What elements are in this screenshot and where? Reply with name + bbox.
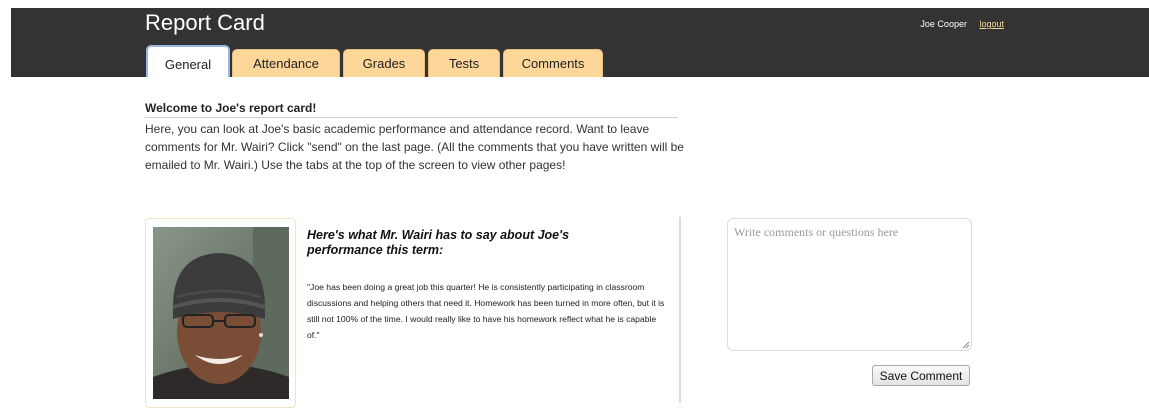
tab-grades[interactable]: Grades [343,49,425,77]
tab-attendance[interactable]: Attendance [232,49,340,77]
column-divider [679,217,681,403]
welcome-heading: Welcome to Joe's report card! [145,101,678,118]
teacher-comment-heading: Here's what Mr. Wairi has to say about J… [307,228,570,257]
tab-comments[interactable]: Comments [503,49,603,77]
user-area: Joe Cooper logout [920,19,1004,29]
user-name: Joe Cooper [920,19,967,29]
app-title: Report Card [145,10,265,35]
tab-tests[interactable]: Tests [428,49,500,77]
resize-grip-icon[interactable] [962,341,970,349]
logout-link[interactable]: logout [979,19,1004,29]
comment-input[interactable] [727,218,972,351]
welcome-text: Here, you can look at Joe's basic academ… [145,122,684,172]
tab-general[interactable]: General [146,45,230,77]
save-comment-button[interactable]: Save Comment [872,365,970,386]
student-photo [153,227,289,399]
teacher-comment-text: "Joe has been doing a great job this qua… [307,282,665,340]
